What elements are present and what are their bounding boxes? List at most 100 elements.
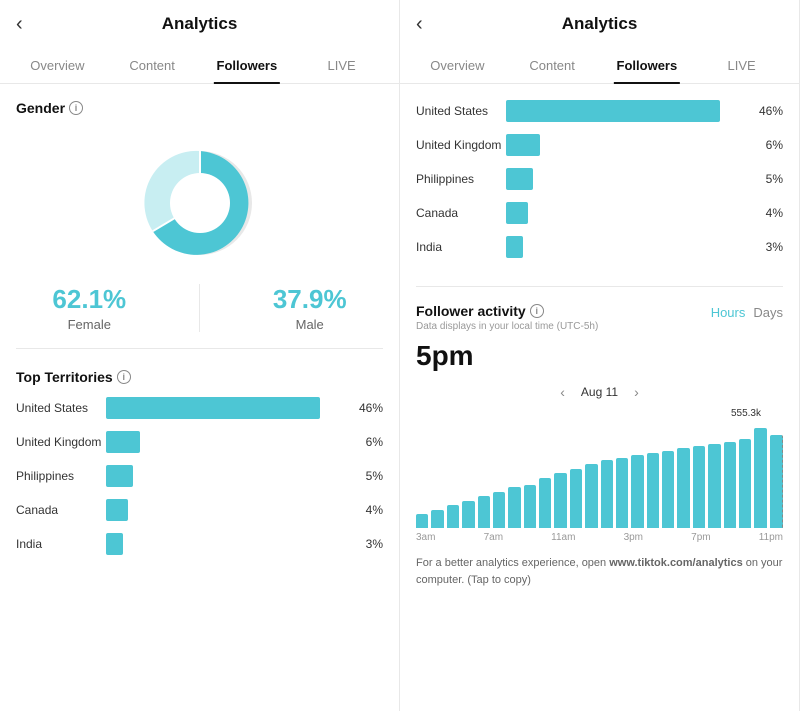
tab-live-left[interactable]: LIVE <box>294 48 389 83</box>
follower-activity-section: Follower activity i Data displays in you… <box>416 303 783 588</box>
territory-label: United States <box>416 104 506 118</box>
chart-bar <box>693 446 705 528</box>
tab-content-right[interactable]: Content <box>505 48 600 83</box>
chart-bar <box>662 451 674 528</box>
x-label: 11am <box>551 532 575 543</box>
activity-header: Follower activity i Data displays in you… <box>416 303 783 332</box>
gender-stats: 62.1% Female 37.9% Male <box>16 284 383 332</box>
activity-title: Follower activity i <box>416 303 598 319</box>
right-header: ‹ Analytics <box>400 0 799 48</box>
activity-info-icon[interactable]: i <box>530 304 544 318</box>
list-item: Philippines 5% <box>16 465 383 487</box>
chart-bar <box>770 435 783 528</box>
territory-label: India <box>416 240 506 254</box>
footer-note: For a better analytics experience, open … <box>416 555 783 588</box>
x-label: 7am <box>484 532 503 543</box>
time-toggle: Hours Days <box>711 305 783 320</box>
hours-toggle[interactable]: Hours <box>711 305 746 320</box>
tab-followers-left[interactable]: Followers <box>200 48 295 83</box>
list-item: United States 46% <box>16 397 383 419</box>
territory-label: Philippines <box>16 469 106 483</box>
bar-track <box>106 431 349 453</box>
territory-pct: 4% <box>755 206 783 220</box>
female-label: Female <box>68 317 111 332</box>
right-content: United States 46% United Kingdom 6% Phil… <box>400 84 799 711</box>
chart-bar <box>754 428 766 528</box>
analytics-link[interactable]: www.tiktok.com/analytics <box>609 557 742 569</box>
bar-fill <box>106 397 320 419</box>
chart-bar <box>416 514 428 528</box>
bar-track <box>506 202 749 224</box>
gender-info-icon[interactable]: i <box>69 101 83 115</box>
territory-pct: 3% <box>755 240 783 254</box>
territories-section-title: Top Territories i <box>16 369 383 385</box>
bar-fill <box>106 533 123 555</box>
territory-label: Canada <box>16 503 106 517</box>
gender-divider <box>199 284 200 332</box>
chart-bar <box>616 458 628 528</box>
territory-label: India <box>16 537 106 551</box>
territory-pct: 6% <box>755 138 783 152</box>
male-percentage: 37.9% <box>273 284 347 315</box>
activity-title-group: Follower activity i Data displays in you… <box>416 303 598 332</box>
chart-bar <box>631 455 643 528</box>
bar-fill <box>106 431 140 453</box>
tab-overview-left[interactable]: Overview <box>10 48 105 83</box>
chart-wrapper: 555.3k <box>416 408 783 528</box>
tab-followers-right[interactable]: Followers <box>600 48 695 83</box>
left-back-button[interactable]: ‹ <box>16 13 23 36</box>
tab-live-right[interactable]: LIVE <box>694 48 789 83</box>
list-item: Canada 4% <box>16 499 383 521</box>
right-back-button[interactable]: ‹ <box>416 13 423 36</box>
bar-track <box>506 100 749 122</box>
chart-x-axis: 3am 7am 11am 3pm 7pm 11pm <box>416 528 783 547</box>
gender-section-title: Gender i <box>16 100 383 116</box>
tab-content-left[interactable]: Content <box>105 48 200 83</box>
territory-label: United Kingdom <box>416 138 506 152</box>
territory-pct: 6% <box>355 435 383 449</box>
chart-date: Aug 11 <box>581 385 618 399</box>
bar-fill <box>106 465 133 487</box>
chart-prev-button[interactable]: ‹ <box>560 384 565 400</box>
list-item: United States 46% <box>416 100 783 122</box>
chart-bar <box>554 473 566 528</box>
territory-pct: 46% <box>755 104 783 118</box>
chart-bar <box>570 469 582 528</box>
right-territories-list: United States 46% United Kingdom 6% Phil… <box>416 100 783 287</box>
territory-label: United Kingdom <box>16 435 106 449</box>
list-item: United Kingdom 6% <box>416 134 783 156</box>
tab-overview-right[interactable]: Overview <box>410 48 505 83</box>
bar-fill <box>506 134 540 156</box>
chart-bar <box>708 444 720 528</box>
x-label: 3am <box>416 532 435 543</box>
peak-time: 5pm <box>416 340 783 372</box>
right-panel: ‹ Analytics Overview Content Followers L… <box>400 0 800 711</box>
left-territories-list: United States 46% United Kingdom 6% Phil… <box>16 397 383 555</box>
left-tab-bar: Overview Content Followers LIVE <box>0 48 399 84</box>
male-stat: 37.9% Male <box>273 284 347 332</box>
territories-info-icon[interactable]: i <box>117 370 131 384</box>
male-label: Male <box>296 317 324 332</box>
left-panel: ‹ Analytics Overview Content Followers L… <box>0 0 400 711</box>
chart-bar <box>647 453 659 528</box>
bar-fill <box>106 499 128 521</box>
right-page-title: Analytics <box>562 14 638 34</box>
bar-fill <box>506 202 528 224</box>
left-header: ‹ Analytics <box>0 0 399 48</box>
left-page-title: Analytics <box>162 14 238 34</box>
days-toggle[interactable]: Days <box>753 305 783 320</box>
bar-track <box>506 168 749 190</box>
territory-pct: 3% <box>355 537 383 551</box>
list-item: India 3% <box>416 236 783 258</box>
bar-fill <box>506 236 523 258</box>
gender-pie-chart <box>135 138 265 268</box>
list-item: Canada 4% <box>416 202 783 224</box>
female-percentage: 62.1% <box>52 284 126 315</box>
chart-bar <box>677 448 689 528</box>
territory-pct: 4% <box>355 503 383 517</box>
territory-pct: 46% <box>355 401 383 415</box>
chart-navigation: ‹ Aug 11 › <box>416 384 783 400</box>
territory-pct: 5% <box>755 172 783 186</box>
bar-chart <box>416 408 783 528</box>
chart-next-button[interactable]: › <box>634 384 639 400</box>
